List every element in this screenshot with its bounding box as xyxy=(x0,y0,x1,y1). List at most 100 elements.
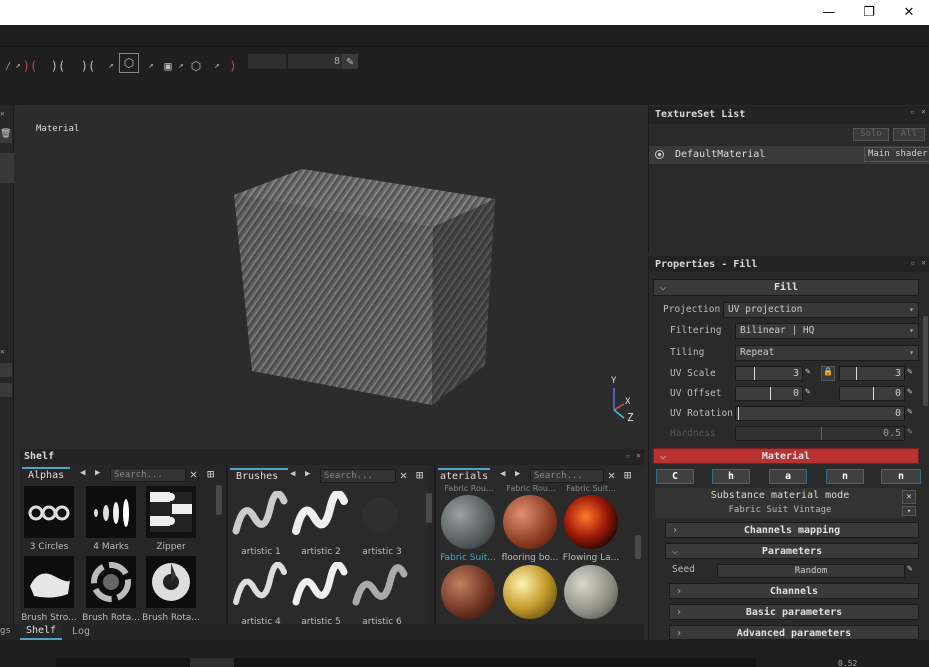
prev-arrow-icon-3[interactable]: ◀ xyxy=(500,469,505,479)
close-icon-3[interactable]: ✕ xyxy=(921,107,926,116)
fill-section-header[interactable]: ⌵ Fill xyxy=(653,279,919,296)
alpha-thumb-brush-stroke[interactable] xyxy=(24,556,74,608)
close-icon-2[interactable]: ✕ xyxy=(0,347,14,357)
pencil-icon[interactable]: ✎ xyxy=(342,54,358,69)
camera-cube-icon[interactable]: ⬡ xyxy=(119,53,139,73)
alpha-thumb-4-marks[interactable] xyxy=(86,486,136,538)
brushes-search[interactable]: Search... xyxy=(320,469,396,483)
brush-thumb-artistic-5[interactable] xyxy=(292,561,348,612)
prev-arrow-icon-2[interactable]: ◀ xyxy=(290,469,295,479)
materials-scrollbar[interactable] xyxy=(635,535,641,559)
projection-cube-icon[interactable]: ⬡ xyxy=(188,57,204,75)
popout-icon-3[interactable]: ↗ xyxy=(146,57,156,75)
grid-view-icon-3[interactable]: ⊞ xyxy=(624,468,631,482)
minimize-button[interactable]: — xyxy=(807,0,851,25)
close-button[interactable]: ✕ xyxy=(887,0,929,25)
left-panel-button[interactable] xyxy=(0,363,12,377)
advanced-parameters-section[interactable]: › Advanced parameters xyxy=(669,625,919,640)
tiling-dropdown[interactable]: Repeat xyxy=(735,345,919,361)
clear-search-icon-3[interactable]: ✕ xyxy=(608,468,615,482)
pencil-icon-4[interactable]: ✎ xyxy=(805,387,817,400)
channels-section[interactable]: › Channels xyxy=(669,583,919,599)
mirror-icon[interactable]: ) xyxy=(225,57,241,75)
next-arrow-icon[interactable]: ▶ xyxy=(95,468,100,478)
channels-mapping-section[interactable]: › Channels mapping xyxy=(665,522,919,538)
uv-scale-slider-a[interactable]: 3 xyxy=(735,366,803,381)
alpha-thumb-brush-rotation-2[interactable] xyxy=(146,556,196,608)
next-arrow-icon-3[interactable]: ▶ xyxy=(515,469,520,479)
pencil-icon-3[interactable]: ✎ xyxy=(907,367,919,380)
material-thumb-fabric-suit[interactable] xyxy=(441,495,495,549)
tab-brushes[interactable]: Brushes xyxy=(230,468,288,484)
alpha-thumb-zipper[interactable] xyxy=(146,486,196,538)
uv-scale-slider-b[interactable]: 3 xyxy=(839,366,905,381)
close-icon[interactable]: ✕ xyxy=(0,109,14,119)
close-icon-5[interactable]: ✕ xyxy=(636,451,641,460)
uv-offset-slider-a[interactable]: 0 xyxy=(735,386,803,401)
material-thumb-4[interactable] xyxy=(441,565,495,619)
pencil-icon-6[interactable]: ✎ xyxy=(907,407,919,420)
alpha-thumb-brush-rotation[interactable] xyxy=(86,556,136,608)
3d-viewport[interactable] xyxy=(20,105,644,445)
lock-icon[interactable]: 🔒 xyxy=(821,366,835,381)
grid-view-icon[interactable]: ⊞ xyxy=(207,467,214,481)
tab-partial[interactable]: gs xyxy=(0,626,11,636)
popout-icon-5[interactable]: ↗ xyxy=(212,57,222,75)
left-panel-button-2[interactable] xyxy=(0,383,12,397)
symmetry-icon[interactable]: )( xyxy=(22,57,38,75)
undock-icon-3[interactable]: ▫ xyxy=(626,452,630,460)
parameters-section[interactable]: ⌵ Parameters xyxy=(665,543,919,559)
properties-scrollbar[interactable] xyxy=(923,316,928,406)
alphas-scrollbar[interactable] xyxy=(216,485,222,515)
symmetry-y-icon[interactable]: )( xyxy=(80,57,96,75)
alphas-search[interactable]: Search... xyxy=(110,468,186,482)
seed-random-button[interactable]: Random xyxy=(717,564,905,578)
close-icon-4[interactable]: ✕ xyxy=(921,258,926,267)
next-arrow-icon-2[interactable]: ▶ xyxy=(305,469,310,479)
symmetry-x-icon[interactable]: )( xyxy=(50,57,66,75)
material-section-header[interactable]: ⌵ Material xyxy=(653,448,919,464)
channel-nrm-chip[interactable]: n xyxy=(826,469,864,484)
tab-alphas[interactable]: Alphas xyxy=(22,467,70,483)
clear-search-icon-2[interactable]: ✕ xyxy=(400,468,407,482)
visibility-radio[interactable] xyxy=(655,150,664,159)
channel-metal-chip[interactable]: h xyxy=(712,469,750,484)
filtering-dropdown[interactable]: Bilinear | HQ xyxy=(735,323,919,339)
all-button[interactable]: All xyxy=(893,128,925,141)
shader-button[interactable]: Main shader xyxy=(864,147,929,162)
basic-parameters-section[interactable]: › Basic parameters xyxy=(669,604,919,620)
brush-thumb-artistic-3[interactable] xyxy=(352,491,408,541)
brush-thumb-artistic-4[interactable] xyxy=(232,561,288,612)
alpha-thumb-3-circles[interactable] xyxy=(24,486,74,538)
display-settings-icon[interactable]: ▣ xyxy=(160,57,176,75)
channel-color-chip[interactable]: C xyxy=(656,469,694,484)
channel-height-chip[interactable]: n xyxy=(881,469,921,484)
pencil-icon-7[interactable]: ✎ xyxy=(907,427,919,440)
grid-view-icon-2[interactable]: ⊞ xyxy=(416,468,423,482)
pencil-icon-2[interactable]: ✎ xyxy=(805,367,817,380)
brush-thumb-artistic-6[interactable] xyxy=(352,562,408,612)
toolbar-value-field[interactable]: 8 xyxy=(288,54,343,69)
material-thumb-5[interactable] xyxy=(503,565,557,619)
channel-rough-chip[interactable]: a xyxy=(769,469,807,484)
brush-thumb-artistic-2[interactable] xyxy=(292,489,348,541)
toolbar-slider[interactable] xyxy=(248,54,286,69)
tab-materials[interactable]: aterials xyxy=(438,468,490,484)
uv-offset-slider-b[interactable]: 0 xyxy=(839,386,905,401)
hardness-slider[interactable]: 0.5 xyxy=(735,426,905,441)
brushes-scrollbar[interactable] xyxy=(426,493,432,523)
material-dropdown-button[interactable]: ▾ xyxy=(902,506,916,516)
material-thumb-flooring[interactable] xyxy=(503,495,557,549)
tab-shelf[interactable]: Shelf xyxy=(20,624,62,640)
left-panel-item[interactable] xyxy=(0,153,14,183)
popout-icon-2[interactable]: ↗ xyxy=(106,57,116,75)
tab-log[interactable]: Log xyxy=(66,626,96,637)
materials-search[interactable]: Search... xyxy=(530,469,604,483)
textureset-row[interactable]: DefaultMaterial Main shader xyxy=(649,146,929,164)
projection-dropdown[interactable]: UV projection xyxy=(723,302,919,318)
remove-material-button[interactable]: ✕ xyxy=(902,490,916,504)
prev-arrow-icon[interactable]: ◀ xyxy=(80,468,85,478)
maximize-button[interactable]: ❐ xyxy=(847,0,891,25)
undock-icon[interactable]: ▫ xyxy=(911,108,915,116)
material-thumb-6[interactable] xyxy=(564,565,618,619)
